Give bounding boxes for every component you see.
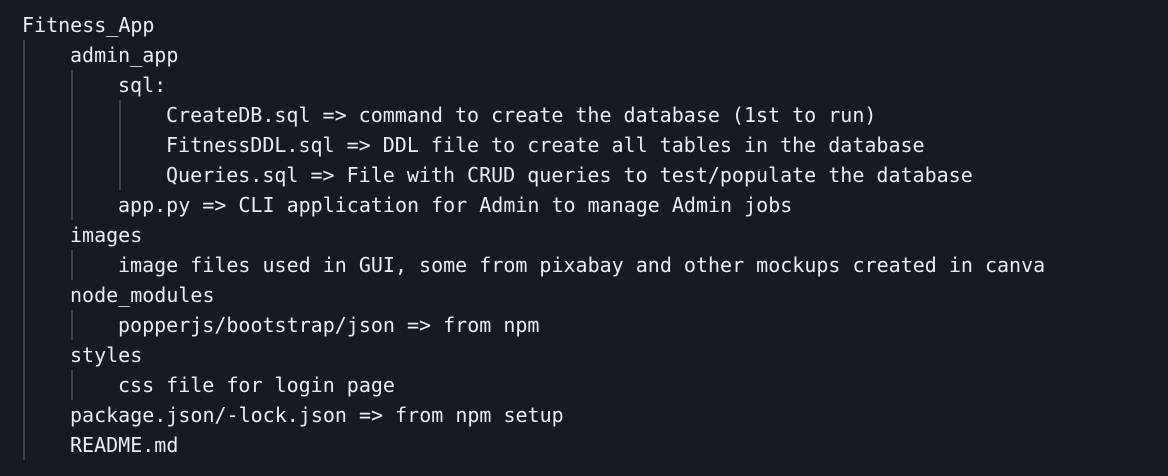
tree-root: Fitness_App [22,13,155,37]
tree-line: images [70,223,143,247]
code-block: Fitness_App admin_app sql: CreateDB.sql … [0,0,1168,476]
tree-line: image files used in GUI, some from pixab… [118,253,1046,277]
tree-line: Queries.sql => File with CRUD queries to… [166,163,973,187]
indent-guide-admin-app [71,70,73,220]
indent-guide-styles [71,370,73,400]
indent-guide-sql [119,100,121,190]
indent-guide-node-modules [71,310,73,340]
tree-line: node_modules [70,283,215,307]
tree-line: admin_app [70,43,179,67]
indent-guide-images [71,250,73,280]
tree-line: sql: [118,73,167,97]
indent-guide-root [23,40,25,460]
tree-line: README.md [70,433,179,457]
tree-line: app.py => CLI application for Admin to m… [118,193,793,217]
tree-line: CreateDB.sql => command to create the da… [166,103,877,127]
tree-line: popperjs/bootstrap/json => from npm [118,313,540,337]
tree-line: FitnessDDL.sql => DDL file to create all… [166,133,925,157]
tree-line: css file for login page [118,373,395,397]
tree-line: styles [70,343,143,367]
tree-line: package.json/-lock.json => from npm setu… [70,403,564,427]
